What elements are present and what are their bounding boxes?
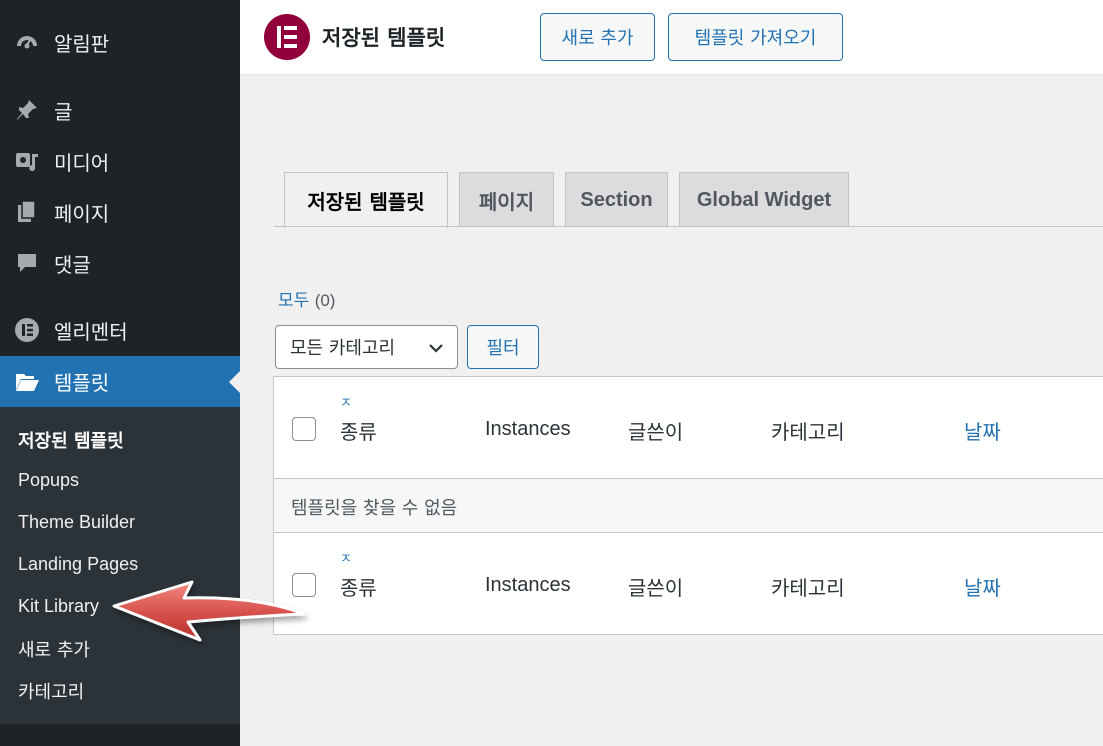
sidebar-item-templates[interactable]: 템플릿	[0, 356, 240, 407]
pages-icon	[14, 199, 40, 225]
sidebar-item-label: 댓글	[54, 252, 91, 277]
column-type: 종류	[340, 420, 377, 444]
view-all-count: (0)	[314, 291, 336, 310]
sidebar-item-label: 엘리멘터	[54, 319, 128, 344]
column-date-sort[interactable]: 날짜	[964, 572, 1001, 601]
table-footer-row: ㅈ 종류 Instances 글쓴이 카테고리 날짜	[274, 533, 1103, 635]
dashboard-icon	[14, 29, 40, 55]
table-header-row: ㅈ 종류 Instances 글쓴이 카테고리 날짜	[274, 377, 1103, 479]
submenu-add-new[interactable]: 새로 추가	[18, 636, 90, 662]
no-items-message: 템플릿을 찾을 수 없음	[291, 498, 458, 519]
templates-table: ㅈ 종류 Instances 글쓴이 카테고리 날짜 템플릿을 찾을 수 없음 …	[273, 376, 1103, 635]
category-filter-select[interactable]: 모든 카테고리	[275, 325, 458, 369]
chevron-down-icon	[427, 339, 445, 362]
sidebar-item-label: 페이지	[54, 201, 110, 226]
column-instances: Instances	[485, 418, 571, 440]
sidebar-item-elementor[interactable]: 엘리멘터	[0, 308, 240, 352]
submenu-popups[interactable]: Popups	[18, 470, 79, 491]
sidebar-item-label: 템플릿	[54, 371, 110, 395]
annotation-arrow-icon	[112, 580, 306, 642]
elementor-header: 저장된 템플릿 새로 추가 템플릿 가져오기	[240, 0, 1103, 74]
sidebar-item-posts[interactable]: 글	[0, 88, 240, 132]
column-type: 종류	[340, 576, 377, 600]
empty-row: 템플릿을 찾을 수 없음	[274, 479, 1103, 533]
tab-global-widget[interactable]: Global Widget	[679, 172, 849, 227]
elementor-icon	[14, 317, 40, 343]
select-all-checkbox[interactable]	[292, 417, 316, 441]
folder-open-icon	[14, 369, 40, 395]
title-column-stub[interactable]: ㅈ	[340, 392, 352, 411]
elementor-logo-icon	[264, 14, 310, 60]
sidebar-item-label: 알림판	[54, 31, 110, 56]
column-author: 글쓴이	[628, 576, 684, 600]
submenu-landing-pages[interactable]: Landing Pages	[18, 554, 138, 575]
filter-button[interactable]: 필터	[467, 325, 539, 369]
tab-page[interactable]: 페이지	[459, 172, 554, 227]
sidebar-item-label: 미디어	[54, 150, 110, 175]
page-title: 저장된 템플릿	[322, 26, 446, 50]
templates-submenu: 저장된 템플릿 Popups Theme Builder Landing Pag…	[0, 407, 240, 724]
sidebar-item-media[interactable]: 미디어	[0, 139, 240, 183]
submenu-kit-library[interactable]: Kit Library	[18, 596, 99, 617]
submenu-categories[interactable]: 카테고리	[18, 678, 84, 704]
column-category: 카테고리	[771, 420, 845, 444]
column-author: 글쓴이	[628, 420, 684, 444]
add-new-button[interactable]: 새로 추가	[540, 13, 655, 61]
import-templates-button[interactable]: 템플릿 가져오기	[668, 13, 843, 61]
column-instances: Instances	[485, 574, 571, 596]
sidebar-item-pages[interactable]: 페이지	[0, 190, 240, 234]
sidebar-item-dashboard[interactable]: 알림판	[0, 20, 240, 64]
tab-saved-templates[interactable]: 저장된 템플릿	[284, 172, 448, 228]
view-all-link[interactable]: 모두	[278, 291, 309, 311]
tab-divider	[274, 226, 1103, 227]
column-category: 카테고리	[771, 576, 845, 600]
sidebar-item-comments[interactable]: 댓글	[0, 241, 240, 285]
comments-icon	[14, 250, 40, 276]
view-filter-links: 모두 (0)	[278, 286, 335, 311]
sidebar-item-label: 글	[54, 99, 73, 124]
pin-icon	[14, 97, 40, 123]
category-select-value: 모든 카테고리	[290, 338, 396, 359]
submenu-theme-builder[interactable]: Theme Builder	[18, 512, 135, 533]
column-date-sort[interactable]: 날짜	[964, 416, 1001, 445]
tab-section[interactable]: Section	[565, 172, 668, 227]
active-indicator	[229, 371, 240, 393]
title-column-stub[interactable]: ㅈ	[340, 548, 352, 567]
media-icon	[14, 148, 40, 174]
submenu-saved-templates[interactable]: 저장된 템플릿	[18, 427, 124, 453]
